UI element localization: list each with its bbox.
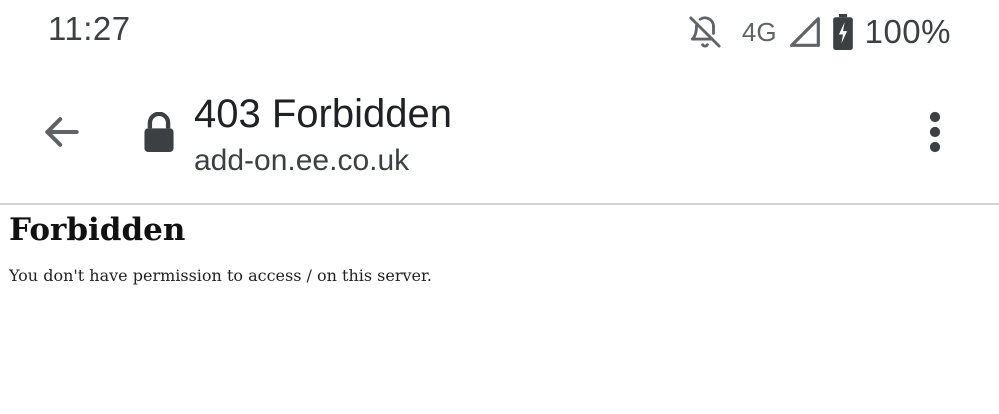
battery-charging-icon (832, 14, 853, 50)
more-options-button[interactable] (907, 106, 963, 162)
notifications-off-icon (688, 15, 722, 49)
signal-icon (789, 16, 821, 48)
error-heading: Forbidden (9, 212, 186, 248)
lock-icon[interactable] (142, 111, 176, 152)
page-title[interactable]: 403 Forbidden (194, 92, 452, 137)
back-arrow-icon (40, 110, 84, 159)
status-bar: 11:27 4G 100% (0, 0, 999, 66)
page-content: Forbidden You don't have permission to a… (9, 208, 989, 285)
back-button[interactable] (34, 106, 90, 162)
status-icons: 4G 100% (688, 10, 951, 54)
more-vert-icon (929, 110, 941, 159)
network-type: 4G (741, 16, 777, 47)
page-url[interactable]: add-on.ee.co.uk (194, 144, 409, 178)
error-message: You don't have permission to access / on… (9, 266, 432, 285)
battery-percent: 100% (864, 13, 951, 50)
toolbar-divider (0, 203, 999, 205)
status-time: 11:27 (48, 10, 131, 47)
browser-toolbar: 403 Forbidden add-on.ee.co.uk (0, 80, 999, 203)
